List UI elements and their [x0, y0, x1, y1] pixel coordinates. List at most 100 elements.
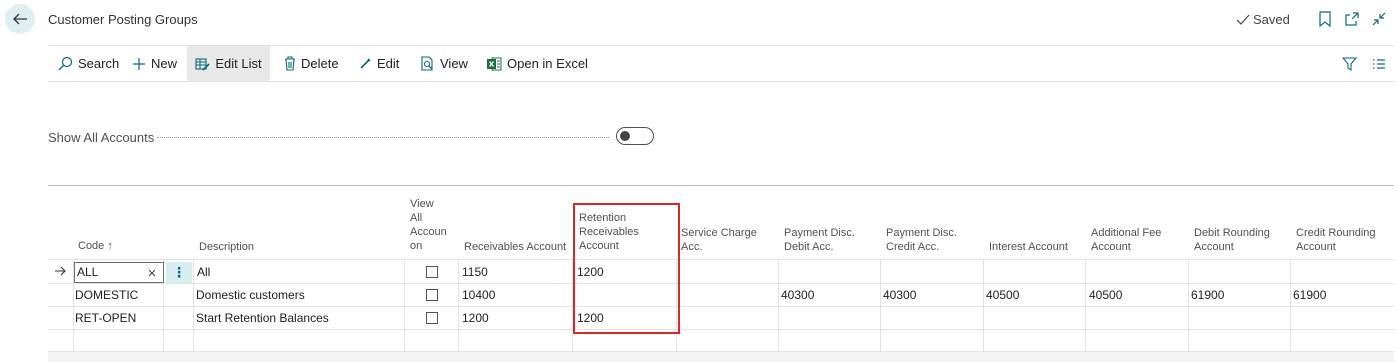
clear-field-icon[interactable]	[147, 265, 157, 283]
col-view-all-accounts-line4: on	[410, 240, 423, 252]
grid-line	[1290, 259, 1291, 351]
back-button[interactable]	[5, 4, 35, 34]
table-footer	[48, 352, 1394, 362]
col-debit-rounding-line2: Account	[1194, 241, 1234, 253]
current-row-arrow-icon	[54, 264, 67, 282]
col-additional-fee-line1: Additional Fee	[1091, 227, 1162, 239]
cell-description[interactable]: All	[197, 261, 210, 283]
action-bar: Search New Edit List Delete Edit View Op…	[48, 45, 1394, 82]
cell-code[interactable]: RET-OPEN	[75, 307, 136, 329]
col-credit-rounding-line2: Account	[1296, 241, 1336, 253]
open-new-window-icon	[1345, 12, 1359, 26]
list-icon	[1373, 58, 1385, 69]
back-arrow-icon	[13, 13, 27, 25]
row-menu-button[interactable]: ⋮	[166, 262, 192, 283]
col-additional-fee-line2: Account	[1091, 241, 1131, 253]
grid-line	[458, 259, 459, 351]
cell-receivables[interactable]: 10400	[462, 284, 495, 306]
checkmark-icon	[1236, 14, 1250, 25]
bookmark-button[interactable]	[1316, 10, 1334, 28]
view-all-accounts-checkbox[interactable]	[426, 289, 438, 301]
toggle-knob	[620, 131, 630, 141]
page-title: Customer Posting Groups	[48, 12, 198, 27]
col-pmt-disc-debit-line1: Payment Disc.	[784, 227, 855, 239]
col-receivables-account[interactable]: Receivables Account	[464, 240, 566, 254]
col-payment-disc-credit-acc[interactable]: Payment Disc. Credit Acc.	[886, 226, 957, 254]
grid-line	[778, 259, 779, 351]
bookmark-icon	[1319, 11, 1331, 27]
edit-list-icon	[195, 57, 210, 71]
filter-button[interactable]	[1342, 46, 1357, 81]
view-label: View	[440, 56, 468, 71]
cell-code[interactable]: DOMESTIC	[75, 284, 138, 306]
delete-action[interactable]: Delete	[284, 46, 339, 81]
col-credit-rounding-line1: Credit Rounding	[1296, 227, 1376, 239]
cell-debit-rounding[interactable]: 61900	[1191, 284, 1224, 306]
open-in-excel-action[interactable]: Open in Excel	[487, 46, 588, 81]
retention-column-highlight	[573, 203, 680, 334]
open-new-window-button[interactable]	[1343, 10, 1361, 28]
col-interest-account[interactable]: Interest Account	[989, 240, 1068, 254]
cell-pmt-disc-credit[interactable]: 40300	[883, 284, 916, 306]
table-top-border	[48, 185, 1394, 186]
pencil-icon	[360, 58, 371, 69]
new-label: New	[151, 56, 178, 71]
col-pmt-disc-credit-line2: Credit Acc.	[886, 241, 940, 253]
col-credit-rounding-account[interactable]: Credit Rounding Account	[1296, 226, 1376, 254]
saved-label: Saved	[1253, 12, 1290, 27]
open-in-excel-label: Open in Excel	[507, 56, 588, 71]
cell-interest[interactable]: 40500	[986, 284, 1019, 306]
col-payment-disc-debit-acc[interactable]: Payment Disc. Debit Acc.	[784, 226, 855, 254]
col-additional-fee-account[interactable]: Additional Fee Account	[1091, 226, 1161, 254]
grid-line	[1085, 259, 1086, 351]
col-pmt-disc-credit-line1: Payment Disc.	[886, 227, 957, 239]
col-debit-rounding-line1: Debit Rounding	[1194, 227, 1270, 239]
delete-label: Delete	[301, 56, 339, 71]
excel-icon	[487, 57, 502, 70]
cell-pmt-disc-debit[interactable]: 40300	[781, 284, 814, 306]
view-all-accounts-checkbox[interactable]	[426, 266, 438, 278]
col-debit-rounding-account[interactable]: Debit Rounding Account	[1194, 226, 1270, 254]
cell-receivables[interactable]: 1150	[462, 261, 488, 283]
cell-description[interactable]: Domestic customers	[196, 284, 305, 306]
col-service-charge-acc[interactable]: Service Charge Acc.	[681, 226, 757, 254]
col-view-all-accounts[interactable]: View All Accoun on	[410, 197, 447, 253]
grid-line	[404, 259, 405, 351]
edit-label: Edit	[377, 56, 400, 71]
cell-additional-fee[interactable]: 40500	[1089, 284, 1122, 306]
grid-line	[48, 259, 1394, 260]
collapse-icon	[1372, 12, 1386, 26]
edit-list-action[interactable]: Edit List	[187, 46, 270, 81]
edit-list-label: Edit List	[215, 56, 262, 71]
search-action[interactable]: Search	[58, 46, 119, 81]
edit-action[interactable]: Edit	[359, 46, 399, 81]
col-view-all-accounts-line3: Accoun	[410, 226, 447, 238]
cell-credit-rounding[interactable]: 61900	[1293, 284, 1326, 306]
saved-status: Saved	[1236, 12, 1290, 27]
field-leader-dots	[157, 137, 609, 138]
cell-description[interactable]: Start Retention Balances	[196, 307, 329, 329]
filter-icon	[1342, 56, 1357, 71]
show-all-accounts-toggle[interactable]	[616, 127, 654, 145]
cell-receivables[interactable]: 1200	[462, 307, 489, 329]
col-pmt-disc-debit-line2: Debit Acc.	[784, 241, 834, 253]
new-action[interactable]: New	[132, 46, 177, 81]
search-icon	[58, 56, 73, 71]
view-action[interactable]: View	[420, 46, 468, 81]
col-view-all-accounts-line1: View	[410, 198, 434, 210]
grid-line	[880, 259, 881, 351]
view-all-accounts-checkbox[interactable]	[426, 312, 438, 324]
col-description[interactable]: Description	[199, 240, 254, 254]
list-view-button[interactable]	[1372, 46, 1386, 81]
col-code[interactable]: Code ↑	[78, 239, 113, 253]
grid-line	[983, 259, 984, 351]
collapse-button[interactable]	[1370, 10, 1388, 28]
col-code-label: Code	[78, 240, 105, 252]
grid-line	[193, 259, 194, 351]
col-service-charge-line1: Service Charge	[681, 227, 757, 239]
sort-ascending-icon: ↑	[107, 240, 113, 252]
cell-code[interactable]: ALL	[77, 261, 98, 283]
trash-icon	[285, 56, 295, 71]
col-service-charge-line2: Acc.	[681, 241, 703, 253]
plus-icon	[133, 57, 145, 70]
